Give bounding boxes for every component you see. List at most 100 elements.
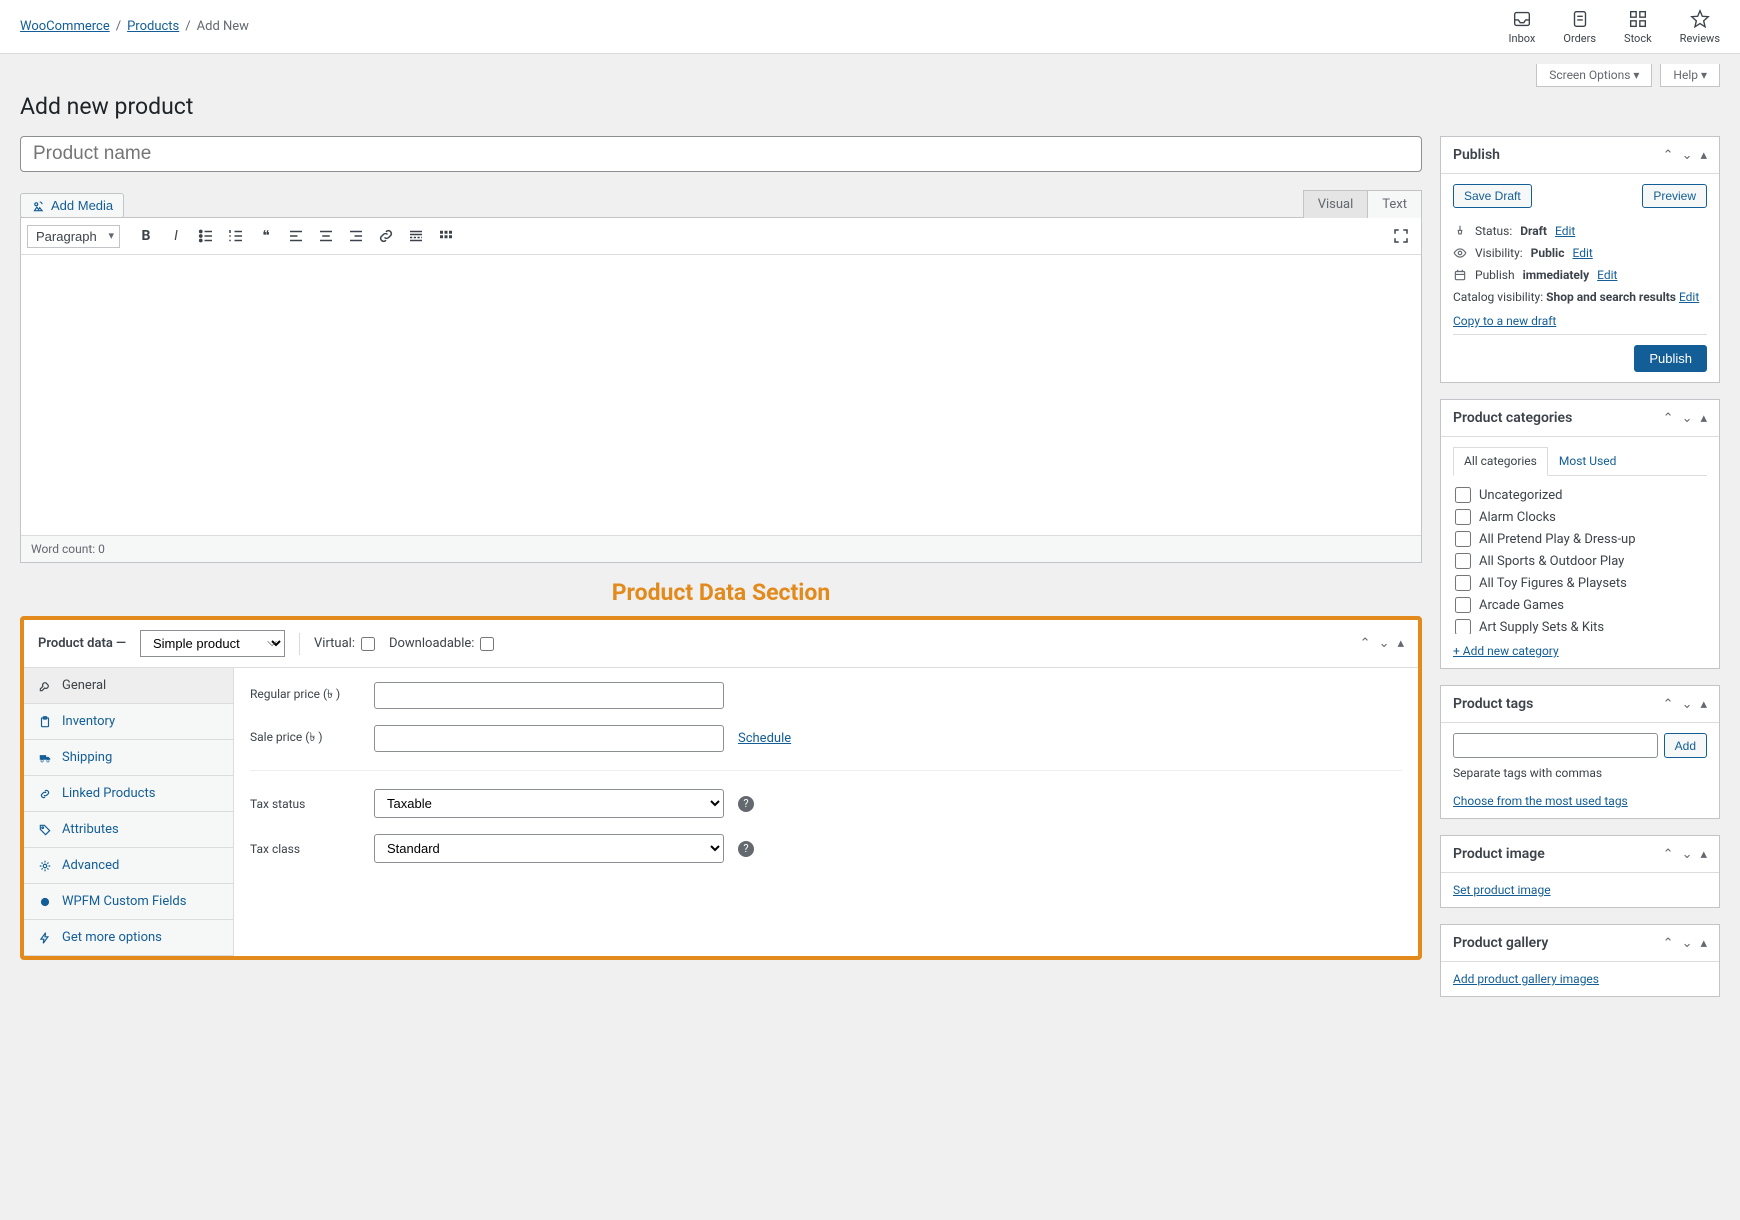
product-type-select[interactable]: Simple product [140, 630, 285, 657]
help-icon[interactable]: ? [738, 796, 754, 812]
category-checkbox[interactable] [1455, 531, 1471, 547]
copy-draft-link[interactable]: Copy to a new draft [1453, 314, 1556, 328]
pd-tab-attributes[interactable]: Attributes [24, 812, 233, 848]
align-right-button[interactable] [342, 222, 370, 250]
category-item[interactable]: All Sports & Outdoor Play [1453, 550, 1707, 572]
toggle-panel-icon[interactable]: ▴ [1700, 847, 1707, 862]
numbered-list-button[interactable] [222, 222, 250, 250]
lightning-icon [38, 931, 52, 945]
sidebar: Publish ⌃⌄▴ Save Draft Preview Status: D… [1440, 136, 1720, 1013]
choose-tags-link[interactable]: Choose from the most used tags [1453, 794, 1628, 808]
category-item[interactable]: All Pretend Play & Dress-up [1453, 528, 1707, 550]
category-list[interactable]: UncategorizedAlarm ClocksAll Pretend Pla… [1453, 484, 1707, 634]
stock-icon[interactable]: Stock [1624, 8, 1652, 45]
align-center-button[interactable] [312, 222, 340, 250]
product-title-input[interactable] [20, 136, 1422, 172]
tax-status-label: Tax status [250, 797, 360, 811]
toggle-panel-icon[interactable]: ▴ [1700, 148, 1707, 163]
tab-visual[interactable]: Visual [1303, 190, 1369, 218]
set-product-image-link[interactable]: Set product image [1453, 883, 1551, 897]
edit-status-link[interactable]: Edit [1555, 224, 1575, 238]
regular-price-input[interactable] [374, 682, 724, 709]
move-down-icon[interactable]: ⌄ [1682, 847, 1693, 862]
add-new-category-link[interactable]: + Add new category [1453, 644, 1559, 658]
screen-options-button[interactable]: Screen Options ▾ [1536, 64, 1652, 87]
help-icon[interactable]: ? [738, 841, 754, 857]
cat-tab-most[interactable]: Most Used [1548, 447, 1628, 475]
orders-icon[interactable]: Orders [1563, 8, 1596, 45]
move-down-icon[interactable]: ⌄ [1682, 411, 1693, 426]
pd-tab-general[interactable]: General [24, 668, 233, 704]
editor-toolbar: Paragraph B I ❝ [21, 218, 1421, 255]
move-up-icon[interactable]: ⌃ [1663, 148, 1674, 163]
move-down-icon[interactable]: ⌄ [1379, 636, 1390, 651]
edit-catalog-link[interactable]: Edit [1679, 290, 1699, 304]
virtual-checkbox[interactable] [361, 637, 375, 651]
breadcrumb-parent[interactable]: Products [127, 19, 179, 34]
category-checkbox[interactable] [1455, 509, 1471, 525]
category-item[interactable]: Art Supply Sets & Kits [1453, 616, 1707, 634]
pd-tab-linked[interactable]: Linked Products [24, 776, 233, 812]
save-draft-button[interactable]: Save Draft [1453, 184, 1532, 208]
category-checkbox[interactable] [1455, 487, 1471, 503]
reviews-icon[interactable]: Reviews [1680, 8, 1720, 45]
add-media-button[interactable]: Add Media [20, 193, 124, 218]
pd-tab-shipping[interactable]: Shipping [24, 740, 233, 776]
category-item[interactable]: Uncategorized [1453, 484, 1707, 506]
align-left-button[interactable] [282, 222, 310, 250]
tax-status-select[interactable]: Taxable [374, 789, 724, 818]
product-data-panel: Regular price (৳ ) Sale price (৳ ) Sched… [234, 668, 1418, 956]
add-tag-button[interactable]: Add [1664, 733, 1707, 758]
toggle-panel-icon[interactable]: ▴ [1700, 411, 1707, 426]
bold-button[interactable]: B [132, 222, 160, 250]
italic-button[interactable]: I [162, 222, 190, 250]
product-data-tabs: General Inventory Shipping Linked Produc… [24, 668, 234, 956]
add-gallery-images-link[interactable]: Add product gallery images [1453, 972, 1599, 986]
quote-button[interactable]: ❝ [252, 222, 280, 250]
schedule-link[interactable]: Schedule [738, 731, 791, 746]
tab-text[interactable]: Text [1368, 190, 1422, 218]
edit-visibility-link[interactable]: Edit [1572, 246, 1592, 260]
editor-body[interactable] [21, 255, 1421, 535]
move-up-icon[interactable]: ⌃ [1663, 847, 1674, 862]
toolbar-toggle-button[interactable] [432, 222, 460, 250]
pd-tab-wpfm[interactable]: WPFM Custom Fields [24, 884, 233, 920]
category-checkbox[interactable] [1455, 619, 1471, 634]
category-item[interactable]: Arcade Games [1453, 594, 1707, 616]
pd-tab-more[interactable]: Get more options [24, 920, 233, 956]
inbox-icon[interactable]: Inbox [1509, 8, 1536, 45]
move-up-icon[interactable]: ⌃ [1663, 697, 1674, 712]
cat-tab-all[interactable]: All categories [1453, 447, 1548, 476]
preview-button[interactable]: Preview [1642, 184, 1707, 208]
breadcrumb-root[interactable]: WooCommerce [20, 19, 110, 34]
move-down-icon[interactable]: ⌄ [1682, 936, 1693, 951]
category-checkbox[interactable] [1455, 597, 1471, 613]
bullet-list-button[interactable] [192, 222, 220, 250]
move-up-icon[interactable]: ⌃ [1360, 636, 1371, 651]
move-up-icon[interactable]: ⌃ [1663, 936, 1674, 951]
help-button[interactable]: Help ▾ [1660, 64, 1720, 87]
move-down-icon[interactable]: ⌄ [1682, 697, 1693, 712]
move-down-icon[interactable]: ⌄ [1682, 148, 1693, 163]
category-item[interactable]: Alarm Clocks [1453, 506, 1707, 528]
category-item[interactable]: All Toy Figures & Playsets [1453, 572, 1707, 594]
paragraph-select[interactable]: Paragraph [27, 225, 120, 248]
tax-class-select[interactable]: Standard [374, 834, 724, 863]
publish-button[interactable]: Publish [1634, 345, 1707, 372]
link-icon [38, 787, 52, 801]
category-checkbox[interactable] [1455, 575, 1471, 591]
link-button[interactable] [372, 222, 400, 250]
toggle-panel-icon[interactable]: ▴ [1397, 636, 1404, 651]
pd-tab-inventory[interactable]: Inventory [24, 704, 233, 740]
fullscreen-button[interactable] [1387, 222, 1415, 250]
insert-more-button[interactable] [402, 222, 430, 250]
pd-tab-advanced[interactable]: Advanced [24, 848, 233, 884]
downloadable-checkbox[interactable] [480, 637, 494, 651]
toggle-panel-icon[interactable]: ▴ [1700, 697, 1707, 712]
sale-price-input[interactable] [374, 725, 724, 752]
tag-input[interactable] [1453, 733, 1658, 758]
category-checkbox[interactable] [1455, 553, 1471, 569]
edit-publish-link[interactable]: Edit [1597, 268, 1617, 282]
move-up-icon[interactable]: ⌃ [1663, 411, 1674, 426]
toggle-panel-icon[interactable]: ▴ [1700, 936, 1707, 951]
